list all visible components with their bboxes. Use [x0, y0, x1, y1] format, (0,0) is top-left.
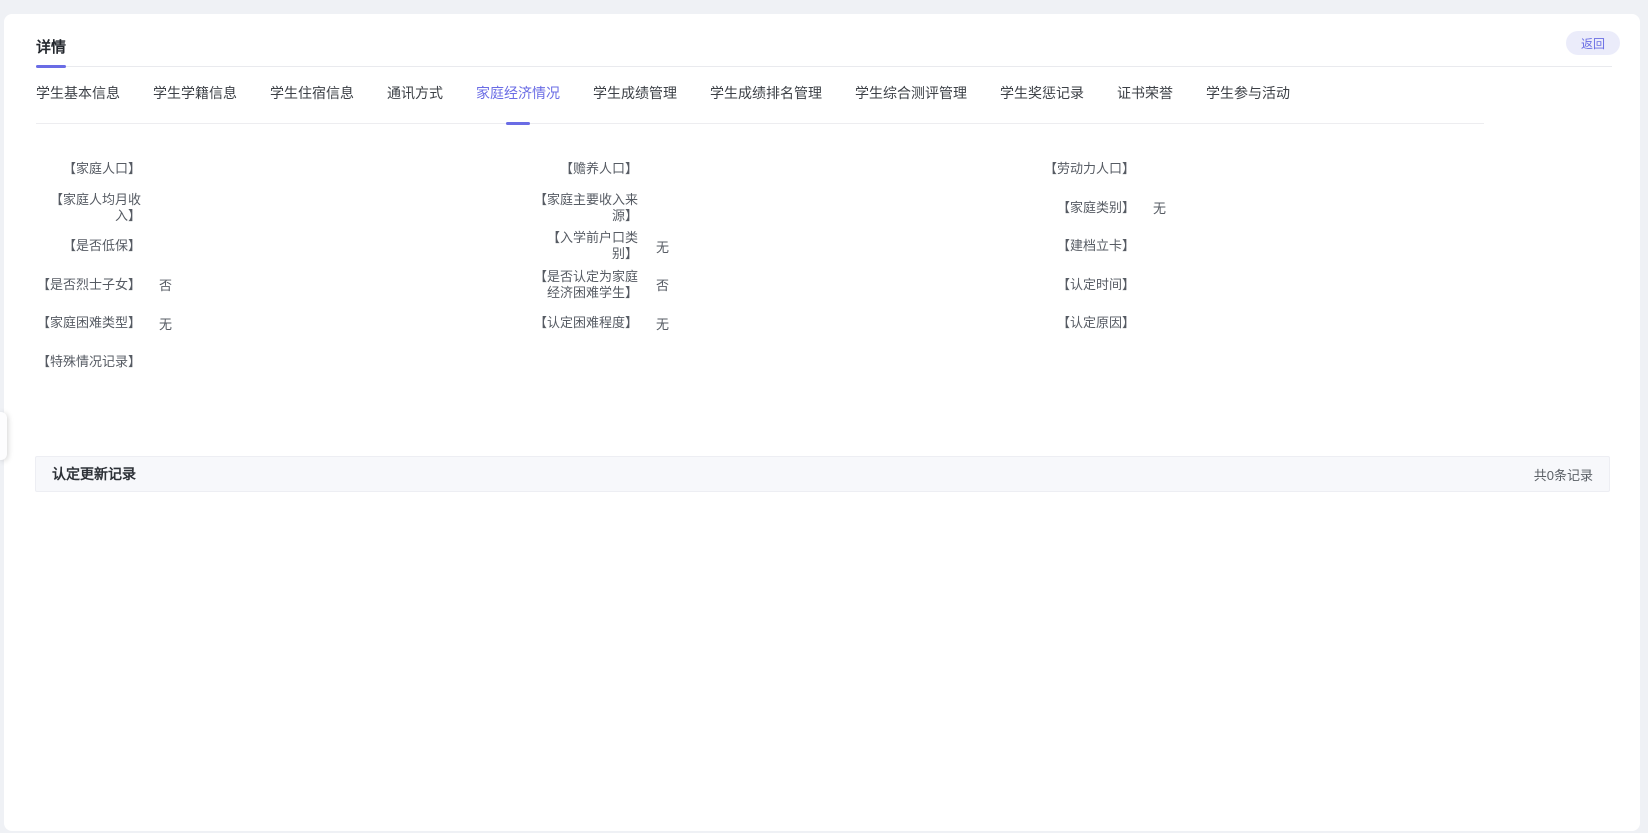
detail-header: 详情 返回 — [36, 14, 1612, 67]
detail-card: 详情 返回 学生基本信息 学生学籍信息 学生住宿信息 通讯方式 家庭经济情况 学… — [4, 14, 1640, 831]
field-label: 【是否认定为家庭 经济困难学生】 — [533, 269, 638, 301]
field-identified-as-difficult-student: 【是否认定为家庭 经济困难学生】 否 — [533, 266, 1030, 305]
field-label: 【建档立卡】 — [1030, 238, 1135, 254]
field-label: 【是否烈士子女】 — [36, 277, 141, 293]
field-label: 【家庭主要收入来 源】 — [533, 192, 638, 224]
tab-certificates-honors[interactable]: 证书荣誉 — [1117, 83, 1173, 123]
field-label: 【赡养人口】 — [533, 161, 638, 177]
record-count-badge: 共0条记录 — [1534, 465, 1593, 484]
field-per-capita-monthly-income: 【家庭人均月收 入】 — [36, 189, 533, 228]
drawer-handle[interactable] — [0, 412, 7, 460]
field-label: 【是否低保】 — [36, 238, 141, 254]
title-underline-accent — [36, 65, 66, 68]
field-label: 【认定原因】 — [1030, 315, 1135, 331]
field-identification-time: 【认定时间】 — [1030, 266, 1527, 305]
field-label: 【认定时间】 — [1030, 277, 1135, 293]
tab-student-basic-info[interactable]: 学生基本信息 — [36, 83, 120, 123]
field-identification-reason: 【认定原因】 — [1030, 304, 1527, 343]
field-label: 【认定困难程度】 — [533, 315, 638, 331]
field-registered-poor-household: 【建档立卡】 — [1030, 227, 1527, 266]
field-dependents: 【赡养人口】 — [533, 150, 1030, 189]
field-value: 无 — [159, 314, 172, 333]
page-title: 详情 — [36, 36, 66, 57]
field-label: 【家庭人均月收 入】 — [36, 192, 141, 224]
record-section-title: 认定更新记录 — [52, 464, 136, 484]
tab-contact-method[interactable]: 通讯方式 — [387, 83, 443, 123]
field-labor-population: 【劳动力人口】 — [1030, 150, 1527, 189]
field-label: 【入学前户口类 别】 — [533, 230, 638, 262]
field-special-situation-record: 【特殊情况记录】 — [36, 343, 533, 382]
field-value: 无 — [1153, 198, 1166, 217]
identification-update-record-section: 认定更新记录 共0条记录 — [35, 456, 1610, 492]
tab-student-grade-ranking[interactable]: 学生成绩排名管理 — [710, 83, 822, 123]
field-label: 【劳动力人口】 — [1030, 161, 1135, 177]
field-family-population: 【家庭人口】 — [36, 150, 533, 189]
field-value: 无 — [656, 314, 669, 333]
family-economic-form: 【家庭人口】 【赡养人口】 【劳动力人口】 【家庭人均月收 入】 【家庭主要收入… — [36, 150, 1640, 381]
tab-family-economic-situation[interactable]: 家庭经济情况 — [476, 83, 560, 123]
tab-comprehensive-evaluation[interactable]: 学生综合测评管理 — [855, 83, 967, 123]
tab-student-grades[interactable]: 学生成绩管理 — [593, 83, 677, 123]
field-difficulty-level: 【认定困难程度】 无 — [533, 304, 1030, 343]
field-family-difficulty-type: 【家庭困难类型】 无 — [36, 304, 533, 343]
field-value: 否 — [159, 275, 172, 294]
field-martyr-child: 【是否烈士子女】 否 — [36, 266, 533, 305]
field-low-income-allowance: 【是否低保】 — [36, 227, 533, 266]
tab-student-activities[interactable]: 学生参与活动 — [1206, 83, 1290, 123]
tab-student-accommodation-info[interactable]: 学生住宿信息 — [270, 83, 354, 123]
field-label: 【特殊情况记录】 — [36, 354, 141, 370]
back-button[interactable]: 返回 — [1566, 31, 1620, 55]
tab-rewards-punishments[interactable]: 学生奖惩记录 — [1000, 83, 1084, 123]
record-section-header: 认定更新记录 共0条记录 — [35, 456, 1610, 492]
field-family-category: 【家庭类别】 无 — [1030, 189, 1527, 228]
field-label: 【家庭类别】 — [1030, 200, 1135, 216]
field-pre-enrollment-household-type: 【入学前户口类 别】 无 — [533, 227, 1030, 266]
field-main-income-source: 【家庭主要收入来 源】 — [533, 189, 1030, 228]
field-value: 无 — [656, 237, 669, 256]
field-label: 【家庭人口】 — [36, 161, 141, 177]
field-value: 否 — [656, 275, 669, 294]
tab-student-roll-info[interactable]: 学生学籍信息 — [153, 83, 237, 123]
tab-bar: 学生基本信息 学生学籍信息 学生住宿信息 通讯方式 家庭经济情况 学生成绩管理 … — [36, 67, 1484, 124]
field-label: 【家庭困难类型】 — [36, 315, 141, 331]
